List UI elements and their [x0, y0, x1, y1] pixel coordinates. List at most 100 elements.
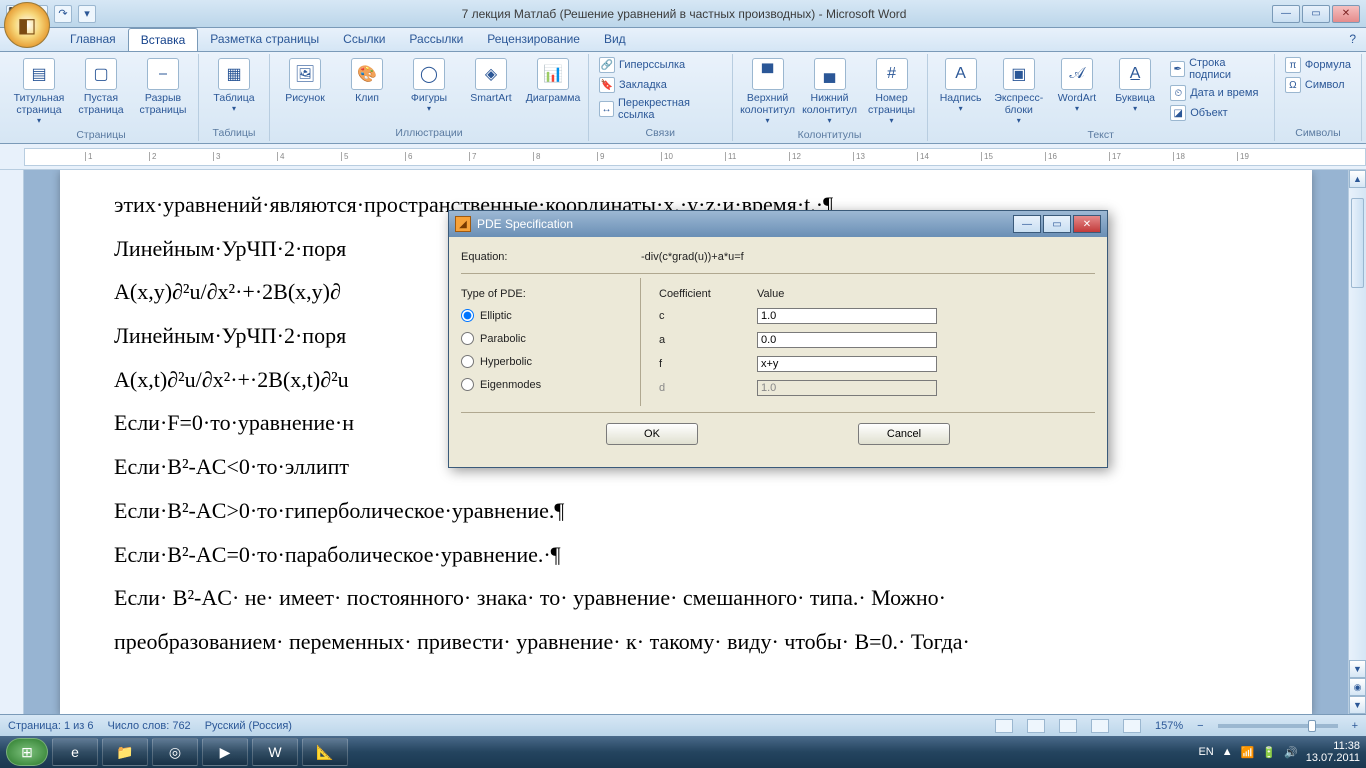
radio-eigenmodes[interactable]: Eigenmodes [461, 373, 640, 396]
group-label-symbols: Символы [1281, 125, 1355, 141]
quickparts-button[interactable]: ▣Экспресс-блоки▾ [992, 56, 1046, 127]
scroll-up-icon[interactable]: ▲ [1349, 170, 1366, 188]
doc-line[interactable]: Если· B²-AC· не· имеет· постоянного· зна… [114, 583, 1258, 613]
picture-button[interactable]: 🖼Рисунок [276, 56, 334, 106]
coef-a-input[interactable] [757, 332, 937, 348]
qat-redo-icon[interactable]: ↷ [54, 5, 72, 23]
tray-volume-icon[interactable]: 🔊 [1284, 746, 1298, 759]
header-button[interactable]: ▀Верхний колонтитул▾ [739, 56, 797, 127]
scroll-thumb[interactable] [1351, 198, 1364, 288]
tab-insert[interactable]: Вставка [128, 28, 199, 51]
object-button[interactable]: ◪Объект [1166, 104, 1268, 122]
cover-page-button[interactable]: ▤Титульная страница▾ [10, 56, 68, 127]
page-break-icon: ⎯ [147, 58, 179, 90]
browse-next-icon[interactable]: ▼ [1349, 696, 1366, 714]
group-label-text: Текст [934, 127, 1268, 143]
zoom-slider-handle[interactable] [1308, 720, 1316, 732]
taskbar-ie-icon[interactable]: e [52, 738, 98, 766]
tab-review[interactable]: Рецензирование [475, 28, 592, 51]
view-web-layout-icon[interactable] [1059, 719, 1077, 733]
datetime-button[interactable]: ⏲Дата и время [1166, 84, 1268, 102]
tray-network-icon[interactable]: 📶 [1241, 746, 1255, 759]
shapes-button[interactable]: ◯Фигуры▾ [400, 56, 458, 115]
office-button[interactable]: ◧ [4, 2, 50, 48]
zoom-level[interactable]: 157% [1155, 720, 1183, 732]
doc-line[interactable]: Если·B²-AC=0·то·параболическое·уравнение… [114, 540, 1258, 570]
group-text: AНадпись▾ ▣Экспресс-блоки▾ 𝒜WordArt▾ A̲Б… [928, 54, 1275, 141]
status-page[interactable]: Страница: 1 из 6 [8, 720, 94, 732]
view-outline-icon[interactable] [1091, 719, 1109, 733]
doc-line[interactable]: преобразованием· переменных· привести· у… [114, 627, 1258, 657]
tab-page-layout[interactable]: Разметка страницы [198, 28, 331, 51]
qat-more-icon[interactable]: ▾ [78, 5, 96, 23]
tray-language[interactable]: EN [1198, 746, 1213, 758]
radio-hyperbolic[interactable]: Hyperbolic [461, 350, 640, 373]
dialog-maximize-button[interactable]: ▭ [1043, 215, 1071, 233]
crossref-button[interactable]: ↔Перекрестная ссылка [595, 96, 726, 122]
vertical-ruler[interactable] [0, 170, 24, 714]
dialog-close-button[interactable]: ✕ [1073, 215, 1101, 233]
footer-button[interactable]: ▄Нижний колонтитул▾ [801, 56, 859, 127]
signature-line-button[interactable]: ✒Строка подписи [1166, 56, 1268, 82]
window-minimize-button[interactable]: — [1272, 5, 1300, 23]
status-language[interactable]: Русский (Россия) [205, 720, 292, 732]
symbol-button[interactable]: ΩСимвол [1281, 76, 1355, 94]
equation-button[interactable]: πФормула [1281, 56, 1355, 74]
start-button[interactable]: ⊞ [6, 738, 48, 766]
coef-c-label: c [659, 310, 739, 322]
tray-clock[interactable]: 11:38 13.07.2011 [1306, 740, 1360, 764]
bookmark-button[interactable]: 🔖Закладка [595, 76, 726, 94]
view-full-screen-icon[interactable] [1027, 719, 1045, 733]
radio-parabolic[interactable]: Parabolic [461, 327, 640, 350]
taskbar-mediaplayer-icon[interactable]: ▶ [202, 738, 248, 766]
doc-line[interactable]: Если·B²-AC>0·то·гиперболическое·уравнени… [114, 496, 1258, 526]
coef-f-input[interactable] [757, 356, 937, 372]
matlab-icon: ◢ [455, 216, 471, 232]
dropcap-button[interactable]: A̲Буквица▾ [1108, 56, 1162, 115]
clipart-button[interactable]: 🎨Клип [338, 56, 396, 106]
textbox-button[interactable]: AНадпись▾ [934, 56, 988, 115]
wordart-button[interactable]: 𝒜WordArt▾ [1050, 56, 1104, 115]
group-label-links: Связи [595, 125, 726, 141]
tab-mailings[interactable]: Рассылки [397, 28, 475, 51]
help-icon[interactable]: ? [1339, 28, 1366, 51]
tab-view[interactable]: Вид [592, 28, 638, 51]
view-print-layout-icon[interactable] [995, 719, 1013, 733]
equation-value: -div(c*grad(u))+a*u=f [641, 251, 744, 263]
zoom-out-button[interactable]: − [1197, 720, 1203, 732]
tray-battery-icon[interactable]: 🔋 [1262, 746, 1276, 759]
coef-c-input[interactable] [757, 308, 937, 324]
status-word-count[interactable]: Число слов: 762 [108, 720, 191, 732]
radio-elliptic[interactable]: Elliptic [461, 304, 640, 327]
taskbar-app1-icon[interactable]: ◎ [152, 738, 198, 766]
vertical-scrollbar[interactable]: ▲ ▼ ◉ ▼ [1348, 170, 1366, 714]
ok-button[interactable]: OK [606, 423, 698, 445]
group-label-headfoot: Колонтитулы [739, 127, 921, 143]
dialog-titlebar[interactable]: ◢ PDE Specification — ▭ ✕ [449, 211, 1107, 237]
cancel-button[interactable]: Cancel [858, 423, 950, 445]
tab-references[interactable]: Ссылки [331, 28, 397, 51]
system-tray: EN ▲ 📶 🔋 🔊 11:38 13.07.2011 [1198, 740, 1360, 764]
blank-page-button[interactable]: ▢Пустая страница [72, 56, 130, 118]
taskbar-word-icon[interactable]: W [252, 738, 298, 766]
page-break-button[interactable]: ⎯Разрыв страницы [134, 56, 192, 118]
scroll-down-icon[interactable]: ▼ [1349, 660, 1366, 678]
table-button[interactable]: ▦Таблица▾ [205, 56, 263, 115]
horizontal-ruler[interactable]: 12345678910111213141516171819 [24, 148, 1366, 166]
page-number-button[interactable]: #Номер страницы▾ [863, 56, 921, 127]
dialog-minimize-button[interactable]: — [1013, 215, 1041, 233]
window-maximize-button[interactable]: ▭ [1302, 5, 1330, 23]
zoom-in-button[interactable]: + [1352, 720, 1358, 732]
chart-icon: 📊 [537, 58, 569, 90]
tray-flag-icon[interactable]: ▲ [1222, 746, 1233, 758]
tab-home[interactable]: Главная [58, 28, 128, 51]
smartart-button[interactable]: ◈SmartArt [462, 56, 520, 106]
window-close-button[interactable]: ✕ [1332, 5, 1360, 23]
taskbar-explorer-icon[interactable]: 📁 [102, 738, 148, 766]
chart-button[interactable]: 📊Диаграмма [524, 56, 582, 106]
hyperlink-button[interactable]: 🔗Гиперссылка [595, 56, 726, 74]
view-draft-icon[interactable] [1123, 719, 1141, 733]
browse-prev-icon[interactable]: ◉ [1349, 678, 1366, 696]
zoom-slider[interactable] [1218, 724, 1338, 728]
taskbar-matlab-icon[interactable]: 📐 [302, 738, 348, 766]
